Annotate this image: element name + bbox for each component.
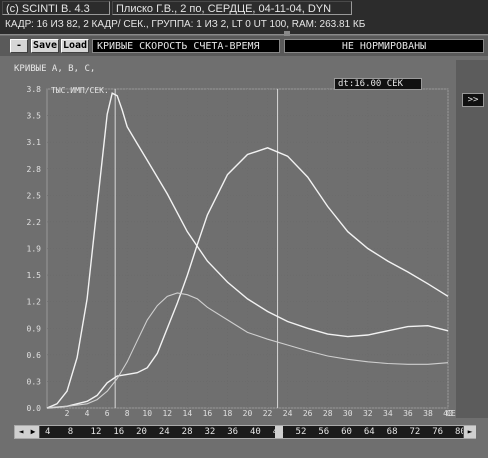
y-axis-label: ТЫС.ИМП/СЕК. <box>51 86 109 95</box>
y-tick-label: 1.2 <box>27 298 42 307</box>
ram-info: , RAM: 263.81 КБ <box>286 19 366 30</box>
curves-label: КРИВЫЕ А, В, С, <box>14 64 96 74</box>
y-tick-label: 0.9 <box>27 324 42 333</box>
y-tick-label: 0.3 <box>27 377 42 386</box>
x-tick-label: 14 <box>183 409 193 418</box>
frame-info: КАДР: 16 ИЗ 82, 2 КАДР/ СЕК., ГРУППА: 1 … <box>2 18 482 32</box>
x-tick-label: 38 <box>423 409 433 418</box>
x-tick-label: 28 <box>323 409 333 418</box>
x-tick-label: 24 <box>283 409 293 418</box>
frame-rate: , 2 КАДР/ СЕК. <box>77 19 146 30</box>
y-tick-label: 3.5 <box>27 112 42 121</box>
y-tick-label: 0.6 <box>27 351 42 360</box>
scroll-thumb[interactable] <box>275 426 283 438</box>
threshold-info: , LT 0 UT 100 <box>226 19 287 30</box>
scroll-tick-label: 8 <box>67 427 74 437</box>
x-tick-label: 30 <box>343 409 353 418</box>
time-scrollbar[interactable]: ◄ ▶ 481216202428323640445256606468727680… <box>14 425 476 439</box>
y-tick-label: 2.8 <box>27 165 42 174</box>
y-tick-label: 3.8 <box>27 85 42 94</box>
x-tick-label: 32 <box>363 409 373 418</box>
x-axis-label: СЕК. <box>446 409 456 418</box>
patient-info: Плиско Г.В., 2 по, СЕРДЦЕ, 04-11-04, DYN <box>112 1 352 15</box>
scroll-tick-label: 64 <box>363 427 375 437</box>
load-button[interactable]: Load <box>61 39 89 53</box>
x-tick-label: 10 <box>142 409 152 418</box>
scroll-tick-label: 24 <box>158 427 170 437</box>
expand-button[interactable]: >> <box>462 93 484 107</box>
x-tick-label: 16 <box>203 409 213 418</box>
x-tick-label: 12 <box>162 409 172 418</box>
save-button[interactable]: Save <box>31 39 59 53</box>
y-tick-label: 1.5 <box>27 271 42 280</box>
minus-button[interactable]: - <box>10 39 28 53</box>
scroll-tick-label: 68 <box>386 427 398 437</box>
title-bar: (c) SCINTI B. 4.3 Плиско Г.В., 2 по, СЕР… <box>0 0 488 18</box>
scroll-prev-icon[interactable]: ▶ <box>27 426 40 438</box>
scroll-tick-label: 36 <box>227 427 239 437</box>
scroll-tick-label: 20 <box>136 427 147 437</box>
x-tick-label: 4 <box>85 409 90 418</box>
x-tick-label: 6 <box>105 409 110 418</box>
scroll-tick-label: 12 <box>90 427 102 437</box>
right-panel <box>456 60 488 418</box>
x-tick-label: 2 <box>65 409 70 418</box>
scroll-right-icon[interactable]: ► <box>463 426 476 438</box>
scroll-tick-label: 16 <box>113 427 125 437</box>
x-tick-label: 26 <box>303 409 313 418</box>
scroll-tick-label: 52 <box>295 427 307 437</box>
scroll-tick-label: 28 <box>181 427 193 437</box>
scroll-tick-label: 40 <box>250 427 261 437</box>
x-tick-label: 8 <box>125 409 130 418</box>
scroll-tick-label: 4 <box>45 427 51 437</box>
y-tick-label: 1.9 <box>27 245 42 254</box>
scroll-tick-label: 72 <box>409 427 421 437</box>
dt-readout: dt:16.00 СЕК <box>334 78 422 90</box>
curves-title: КРИВЫЕ СКОРОСТЬ СЧЕТА-ВРЕМЯ <box>92 39 280 53</box>
app-title: (c) SCINTI B. 4.3 <box>2 1 110 15</box>
x-tick-label: 22 <box>263 409 273 418</box>
frame-count: КАДР: 16 ИЗ 82 <box>5 19 78 30</box>
x-tick-label: 20 <box>243 409 253 418</box>
x-tick-label: 18 <box>223 409 233 418</box>
y-tick-label: 2.5 <box>27 191 42 200</box>
toolbar: - Save Load КРИВЫЕ СКОРОСТЬ СЧЕТА-ВРЕМЯ … <box>0 36 488 56</box>
y-tick-label: 3.1 <box>27 138 42 147</box>
scroll-tick-label: 76 <box>432 427 444 437</box>
y-tick-label: 2.2 <box>27 218 42 227</box>
x-tick-label: 36 <box>403 409 413 418</box>
curve-chart: 0.0 0.3 0.6 0.9 1.2 1.5 1.9 2.2 2.5 2.8 3.1 3.5 3.8 2… <box>27 85 456 418</box>
normalization-status: НЕ НОРМИРОВАНЫ <box>284 39 484 53</box>
x-tick-label: 34 <box>383 409 393 418</box>
scroll-tick-label: 32 <box>204 427 216 437</box>
y-tick-label: 0.0 <box>27 404 42 413</box>
info-bar: КАДР: 16 ИЗ 82, 2 КАДР/ СЕК., ГРУППА: 1 … <box>0 17 488 41</box>
scroll-tick-label: 60 <box>341 427 352 437</box>
group-info: , ГРУППА: 1 ИЗ 2 <box>145 19 227 30</box>
scroll-tick-label: 56 <box>318 427 330 437</box>
